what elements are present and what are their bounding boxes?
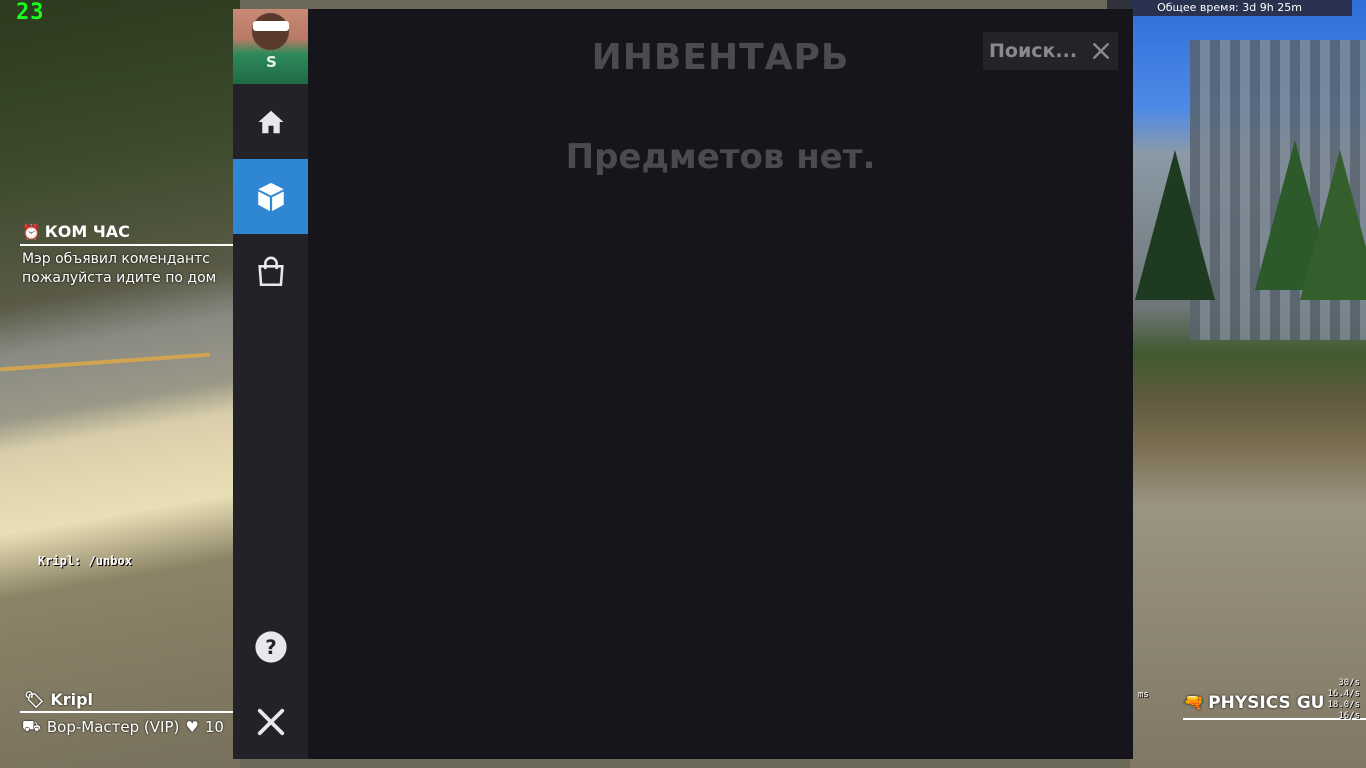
player-job-row: ⛟ Вор-Мастер (VIP) ♥ 10 [20,713,233,741]
sidebar-item-shop[interactable] [233,234,308,309]
sidebar-item-help[interactable]: ? [233,609,308,684]
event-text-line: пожалуйста идите по дом [22,270,217,286]
weapon-name: PHYSICS GU [1208,693,1325,713]
tag-icon: 🏷 [24,690,45,709]
shopping-bag-icon [257,256,284,286]
fps-counter: 23 [16,0,45,25]
netgraph-ms: ms [1138,690,1149,700]
alarm-clock-icon: ⏰ [22,222,41,241]
event-text-line: Мэр объявил комендантс [22,251,210,267]
search-box [983,32,1118,70]
search-clear-button[interactable] [1083,32,1118,70]
netgraph: 30/s 16.4/s 18.0/s 16/s [1327,678,1360,722]
avatar-glasses [253,21,289,31]
player-name-row: 🏷 Kripl [20,688,233,713]
pistol-icon: 🔫 [1183,693,1205,713]
sidebar-item-home[interactable] [233,84,308,159]
search-input[interactable] [983,32,1083,70]
player-info: 🏷 Kripl ⛟ Вор-Мастер (VIP) ♥ 10 [20,688,233,741]
netgraph-line: 16.4/s [1327,689,1360,699]
chat-message: Kripl: /unbox [38,554,132,568]
road-marking [0,352,210,372]
cube-icon [257,182,284,211]
home-icon [258,110,283,133]
netgraph-line: 18.0/s [1327,700,1360,710]
empty-inventory-message: Предметов нет. [565,137,876,177]
sidebar-item-close[interactable] [233,684,308,759]
player-name: Kripl [50,690,94,709]
event-text: Мэр объявил комендантс пожалуйста идите … [20,246,235,292]
tree [1300,150,1366,300]
event-notice: ⏰ КОМ ЧАС Мэр объявил комендантс пожалуй… [20,220,235,292]
heart-icon: ♥ [185,718,199,736]
tree [1135,150,1215,300]
inventory-sidebar: S ? [233,9,308,759]
total-time-bar: Общее время: 3d 9h 25m [1107,0,1352,16]
netgraph-line: 30/s [1338,678,1360,688]
sidebar-bottom: ? [233,609,308,759]
inventory-panel: ИНВЕНТАРЬ Предметов нет. [308,9,1133,759]
netgraph-line: 16/s [1338,711,1360,721]
truck-icon: ⛟ [22,717,41,735]
player-health: 10 [204,718,224,736]
close-icon [1092,43,1109,59]
sidebar-item-inventory[interactable] [233,159,308,234]
event-header: ⏰ КОМ ЧАС [20,220,235,246]
avatar[interactable]: S [233,9,308,84]
event-title: КОМ ЧАС [44,222,130,241]
player-job: Вор-Мастер (VIP) [46,718,180,736]
help-icon: ? [254,630,287,663]
game-world-left [0,0,240,768]
close-icon [257,708,284,735]
svg-text:?: ? [265,636,277,659]
avatar-letter: S [266,53,277,71]
